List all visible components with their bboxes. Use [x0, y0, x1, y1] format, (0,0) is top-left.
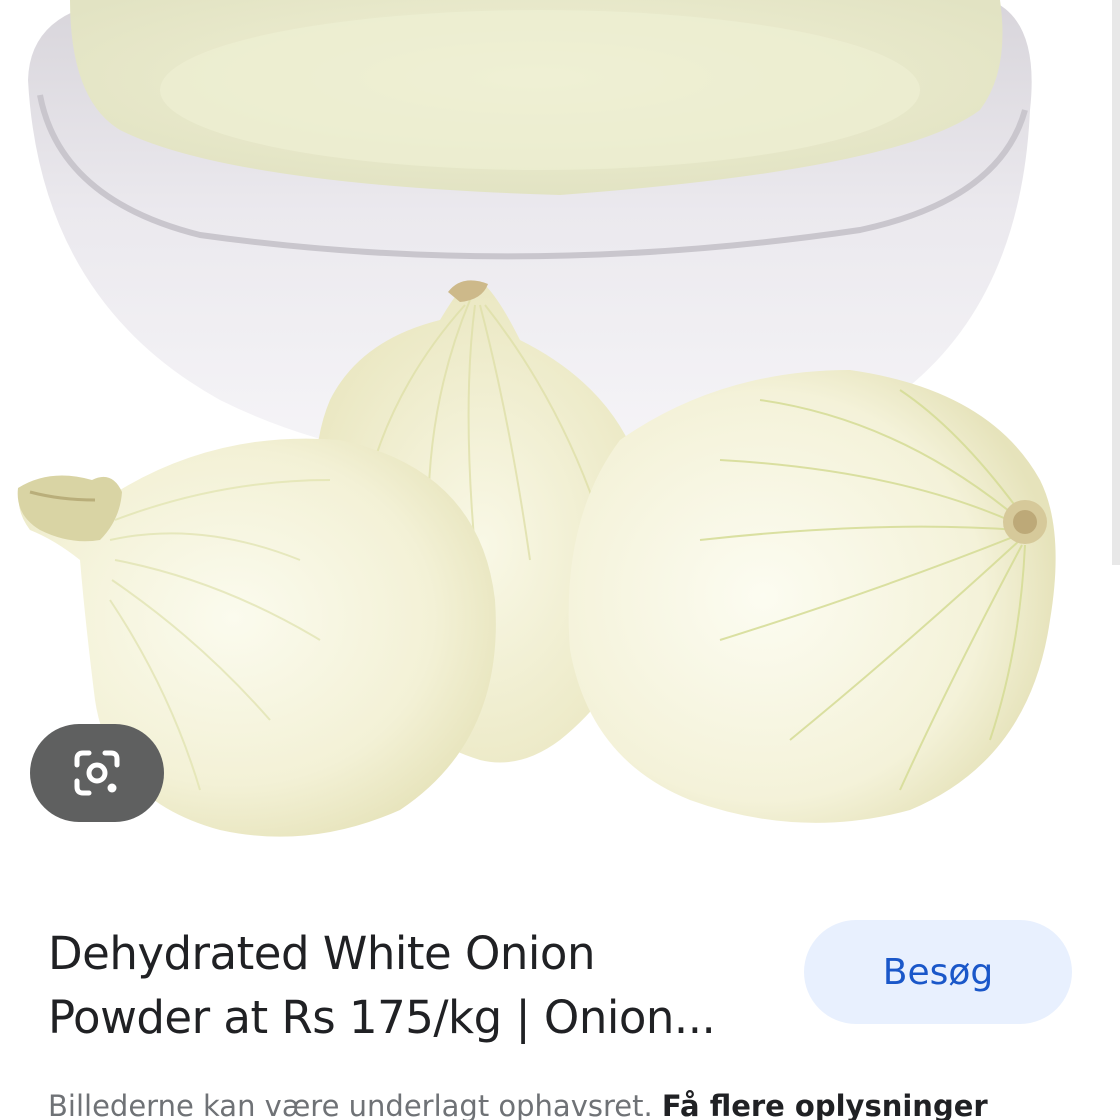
google-lens-icon [74, 750, 120, 796]
product-image[interactable] [0, 0, 1120, 860]
onion-powder-photo [0, 0, 1120, 860]
result-title-line-2: Powder at Rs 175/kg | Onion... [48, 991, 716, 1044]
result-title[interactable]: Dehydrated White Onion Powder at Rs 175/… [48, 922, 768, 1050]
copyright-notice: Billederne kan være underlagt ophavsret.… [48, 1086, 1120, 1120]
result-title-line-1: Dehydrated White Onion [48, 927, 595, 980]
scrollbar[interactable] [1112, 0, 1120, 565]
image-result-page: Dehydrated White Onion Powder at Rs 175/… [0, 0, 1120, 1120]
lens-search-button[interactable] [30, 724, 164, 822]
more-info-link[interactable]: Få flere oplysninger [662, 1089, 988, 1120]
visit-button[interactable]: Besøg [804, 920, 1072, 1024]
copyright-text: Billederne kan være underlagt ophavsret. [48, 1089, 653, 1120]
